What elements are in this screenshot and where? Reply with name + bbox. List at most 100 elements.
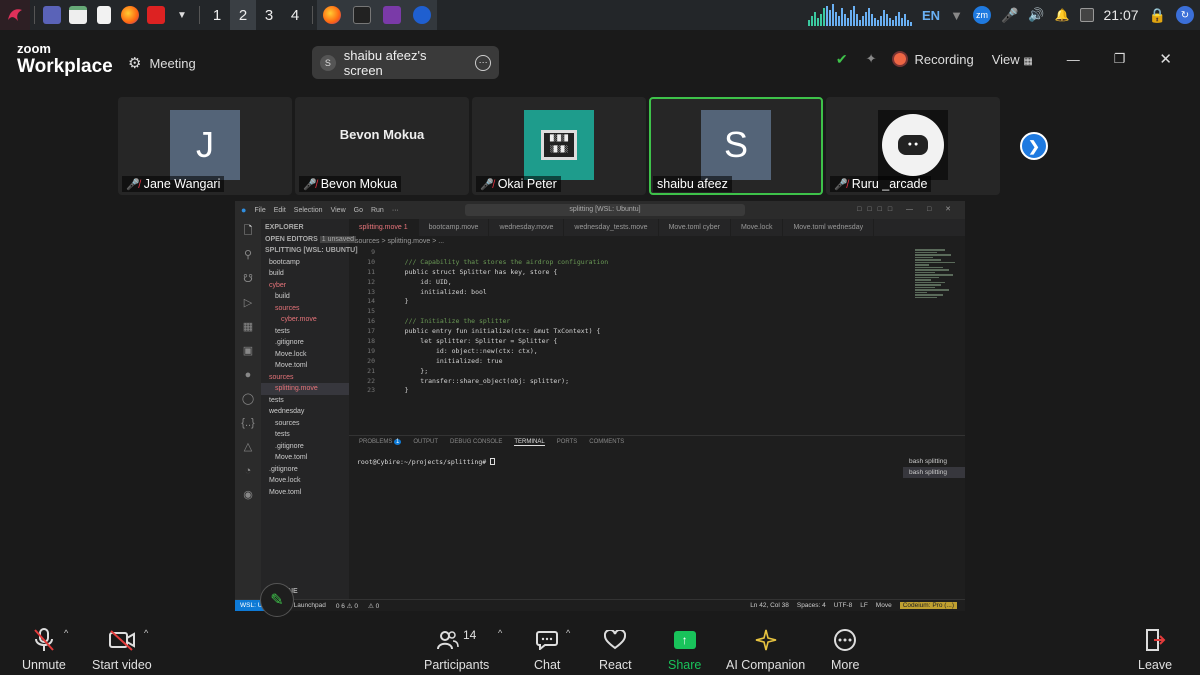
participant-tile[interactable]: ● ● 🎤̸ Ruru _arcade xyxy=(826,97,1000,195)
start-video-button[interactable]: Start video xyxy=(92,620,152,672)
menu-file[interactable]: File xyxy=(254,207,265,214)
recording-indicator[interactable]: Recording xyxy=(894,52,974,67)
status-warnings[interactable]: ⚠ 0 xyxy=(368,602,379,610)
tree-item[interactable]: sources xyxy=(261,418,349,430)
code-line[interactable]: 18 let splitter: Splitter = Splitter { xyxy=(349,337,915,347)
wifi-icon[interactable]: ▼ xyxy=(950,8,963,23)
editor-tab[interactable]: Move.toml cyber xyxy=(659,219,731,236)
editor-tab[interactable]: wednesday_tests.move xyxy=(564,219,659,236)
close-icon[interactable]: ✕ xyxy=(1159,50,1172,68)
editor-tab[interactable]: bootcamp.move xyxy=(419,219,490,236)
workspace-section[interactable]: SPLITTING [WSL: UBUNTU] xyxy=(261,245,358,257)
tree-item[interactable]: Move.lock xyxy=(261,475,349,487)
code-line[interactable]: 20 initialized: true xyxy=(349,357,915,367)
annotate-pencil-button[interactable]: ✎ xyxy=(260,583,294,617)
document-icon[interactable] xyxy=(91,0,117,30)
code-line[interactable]: 14 } xyxy=(349,297,915,307)
chevron-down-icon[interactable]: ▼ xyxy=(169,0,195,30)
json-icon[interactable]: {..} xyxy=(235,411,261,435)
restore-icon[interactable]: ❐ xyxy=(1114,51,1126,67)
shield-check-icon[interactable]: ✔ xyxy=(836,51,848,68)
edge-icon[interactable]: ● xyxy=(235,363,261,387)
app-launcher-icon[interactable] xyxy=(0,0,30,30)
menu-run[interactable]: Run xyxy=(371,207,384,214)
tree-item[interactable]: sources xyxy=(261,372,349,384)
flask-icon[interactable]: △ xyxy=(235,435,261,459)
participant-tile-active-speaker[interactable]: S shaibu afeez xyxy=(649,97,823,195)
tree-item[interactable]: build xyxy=(261,268,349,280)
editor-tab-active[interactable]: splitting.move 1 xyxy=(349,219,419,236)
tree-item[interactable]: sources xyxy=(261,303,349,315)
screen-recorder-icon[interactable] xyxy=(1079,8,1094,22)
firefox-window-icon[interactable] xyxy=(317,0,347,30)
status-codeium[interactable]: Codeium: Pro (...) xyxy=(899,602,957,609)
screen-share-pill[interactable]: S shaibu afeez's screen ··· xyxy=(312,46,499,79)
tree-item[interactable]: .gitignore xyxy=(261,337,349,349)
tree-item[interactable]: wednesday xyxy=(261,406,349,418)
volume-icon[interactable]: 🔊 xyxy=(1028,7,1044,23)
panel-tab-terminal[interactable]: TERMINAL xyxy=(514,439,545,446)
panel-tab-problems[interactable]: PROBLEMS 1 xyxy=(359,439,402,446)
source-control-icon[interactable]: ☋ xyxy=(235,267,261,291)
more-options-icon[interactable]: ··· xyxy=(475,54,491,71)
virtual-desktop-2[interactable]: 2 xyxy=(230,0,256,30)
status-indentation[interactable]: Spaces: 4 xyxy=(797,602,826,609)
panel-tab-ports[interactable]: PORTS xyxy=(557,439,578,446)
video-options-chevron-icon[interactable]: ^ xyxy=(144,628,148,638)
share-button[interactable]: ↑ Share xyxy=(668,620,701,672)
more-button[interactable]: More xyxy=(831,620,859,672)
explorer-icon[interactable]: 🗋 xyxy=(235,219,261,243)
tree-item[interactable]: cyber xyxy=(261,280,349,292)
zoom-window-icon[interactable] xyxy=(407,0,437,30)
virtual-desktop-1[interactable]: 1 xyxy=(204,0,230,30)
lock-icon[interactable]: 🔒 xyxy=(1149,7,1166,24)
show-desktop-icon[interactable] xyxy=(39,0,65,30)
status-cursor-position[interactable]: Ln 42, Col 38 xyxy=(750,602,789,609)
code-line[interactable]: 22 transfer::share_object(obj: splitter)… xyxy=(349,377,915,387)
tree-item[interactable]: build xyxy=(261,291,349,303)
unmute-button[interactable]: Unmute xyxy=(22,620,66,672)
terminal-output[interactable]: root@Cybire:~/projects/splitting# xyxy=(357,458,496,466)
clock[interactable]: 21:07 xyxy=(1104,7,1139,23)
github-icon[interactable]: ◉ xyxy=(235,483,261,507)
panel-tab-output[interactable]: OUTPUT xyxy=(413,439,438,446)
meeting-menu[interactable]: ⚙ Meeting xyxy=(128,54,196,72)
run-debug-icon[interactable]: ▷ xyxy=(235,291,261,315)
tree-item[interactable]: tests xyxy=(261,429,349,441)
tree-item[interactable]: bootcamp xyxy=(261,257,349,269)
tree-item[interactable]: Move.toml xyxy=(261,360,349,372)
code-line[interactable]: 13 initialized: bool xyxy=(349,288,915,298)
audio-options-chevron-icon[interactable]: ^ xyxy=(64,628,68,638)
tree-item-selected[interactable]: splitting.move xyxy=(261,383,349,395)
virtual-desktop-3[interactable]: 3 xyxy=(256,0,282,30)
chat-button[interactable]: Chat xyxy=(534,620,560,672)
status-problems[interactable]: 0 6 ⚠ 0 xyxy=(336,602,358,610)
editor-tab[interactable]: wednesday.move xyxy=(489,219,565,236)
open-editors-section[interactable]: OPEN EDITORS 1 unsaved xyxy=(261,234,357,246)
flag-icon[interactable] xyxy=(143,0,169,30)
language-indicator[interactable]: EN xyxy=(922,8,940,23)
participant-tile[interactable]: Bevon Mokua 🎤̸ Bevon Mokua xyxy=(295,97,469,195)
code-line[interactable]: 19 id: object::new(ctx: ctx), xyxy=(349,347,915,357)
panel-tab-debug-console[interactable]: DEBUG CONSOLE xyxy=(450,439,502,446)
menu-edit[interactable]: Edit xyxy=(274,207,286,214)
menu-more[interactable]: ··· xyxy=(392,207,399,214)
code-line[interactable]: 11 public struct Splitter has key, store… xyxy=(349,268,915,278)
editor-tab[interactable]: Move.lock xyxy=(731,219,784,236)
code-line[interactable]: 15 xyxy=(349,307,915,317)
next-page-button[interactable]: ❯ xyxy=(1020,132,1048,160)
view-button[interactable]: View ▦ xyxy=(992,52,1033,67)
leave-button[interactable]: Leave xyxy=(1138,620,1172,672)
screencast-window-icon[interactable] xyxy=(377,0,407,30)
tree-item[interactable]: tests xyxy=(261,395,349,407)
tree-item[interactable]: Move.toml xyxy=(261,487,349,499)
code-editor[interactable]: 9 10 /// Capability that stores the airdr… xyxy=(349,248,915,408)
ai-companion-button[interactable]: AI Companion xyxy=(726,620,805,672)
sui-icon[interactable]: ◯ xyxy=(235,387,261,411)
react-button[interactable]: React xyxy=(599,620,632,672)
breadcrumb[interactable]: sources > splitting.move > ... xyxy=(355,238,444,245)
code-line[interactable]: 17 public entry fun initialize(ctx: &mut… xyxy=(349,327,915,337)
status-eol[interactable]: LF xyxy=(860,602,868,609)
code-line[interactable]: 16 /// Initialize the splitter xyxy=(349,317,915,327)
tree-item[interactable]: .gitignore xyxy=(261,464,349,476)
